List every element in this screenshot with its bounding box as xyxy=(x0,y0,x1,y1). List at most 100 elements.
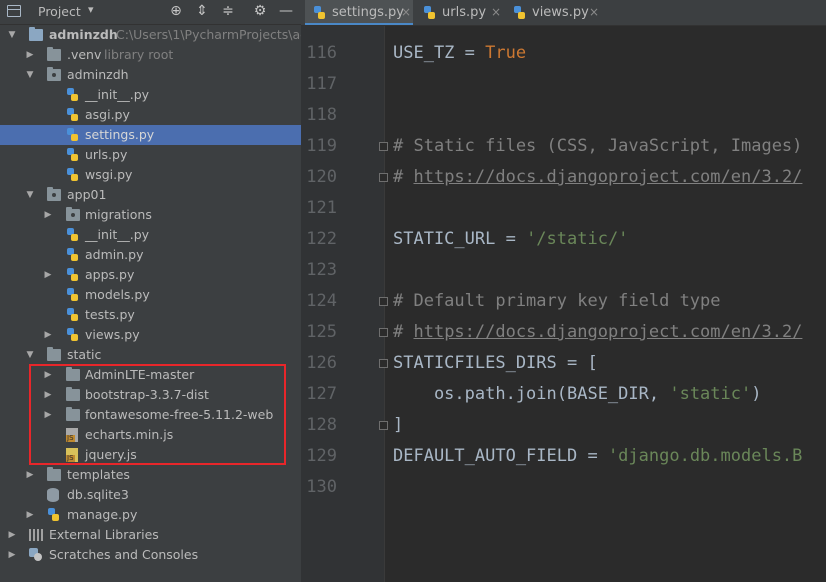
tree-item-label: tests.py xyxy=(85,307,135,322)
chevron-right-icon[interactable]: ▶ xyxy=(24,505,36,525)
fold-marker-icon[interactable] xyxy=(379,142,388,151)
tree-item[interactable]: ▼ static xyxy=(0,345,301,365)
tree-item-hint: library root xyxy=(104,47,174,62)
code-token: ] xyxy=(393,415,404,435)
folder-icon xyxy=(47,47,61,61)
folder-icon xyxy=(47,467,61,481)
python-file-icon xyxy=(66,248,79,262)
code-token: True xyxy=(485,43,527,63)
code-line[interactable]: DEFAULT_AUTO_FIELD = 'django.db.models.B xyxy=(393,441,802,472)
fold-marker-icon[interactable] xyxy=(379,359,388,368)
code-line[interactable]: # https://docs.djangoproject.com/en/3.2/ xyxy=(393,317,802,348)
tree-item[interactable]: ▶ apps.py xyxy=(0,265,301,285)
python-file-icon xyxy=(66,228,79,242)
close-icon[interactable]: × xyxy=(589,0,599,25)
annotation-highlight-box xyxy=(29,364,286,465)
code-token: 'static' xyxy=(669,384,752,404)
tree-item[interactable]: tests.py xyxy=(0,305,301,325)
tab-settings[interactable]: settings.py × xyxy=(305,0,413,25)
tab-urls[interactable]: urls.py × xyxy=(415,0,503,25)
chevron-down-icon[interactable]: ▼ xyxy=(24,185,36,205)
tree-item[interactable]: ▶ External Libraries xyxy=(0,525,301,545)
python-file-icon xyxy=(66,108,79,122)
tree-item[interactable]: asgi.py xyxy=(0,105,301,125)
tree-item[interactable]: settings.py xyxy=(0,125,301,145)
package-folder-icon xyxy=(66,207,80,221)
code-token: ) xyxy=(751,384,762,404)
line-number: 116 xyxy=(306,43,337,63)
tree-item[interactable]: models.py xyxy=(0,285,301,305)
tree-item-label: Scratches and Consoles xyxy=(49,547,199,562)
tree-item-label: views.py xyxy=(85,327,140,342)
line-number: 128 xyxy=(306,415,337,435)
project-panel: Project ▾ ⊕ ⇕ ≑ ⚙ — ▼ adminzdh C:\Users\1\… xyxy=(0,0,301,582)
tree-item[interactable]: ▼ app01 xyxy=(0,185,301,205)
tree-item[interactable]: ▶ Scratches and Consoles xyxy=(0,545,301,565)
tree-item[interactable]: ▶ views.py xyxy=(0,325,301,345)
code-line[interactable]: # Default primary key field type xyxy=(393,286,721,317)
chevron-down-icon[interactable]: ▼ xyxy=(24,65,36,85)
project-panel-title[interactable]: Project xyxy=(38,4,81,19)
chevron-right-icon[interactable]: ▶ xyxy=(6,545,18,565)
collapse-all-icon[interactable]: ≑ xyxy=(219,2,237,20)
tree-item[interactable]: admin.py xyxy=(0,245,301,265)
code-line[interactable]: os.path.join(BASE_DIR, 'static') xyxy=(393,379,762,410)
line-number: 127 xyxy=(306,384,337,404)
code-line[interactable]: # https://docs.djangoproject.com/en/3.2/ xyxy=(393,162,802,193)
chevron-right-icon[interactable]: ▶ xyxy=(42,265,54,285)
python-file-icon xyxy=(47,508,60,522)
fold-marker-icon[interactable] xyxy=(379,297,388,306)
tab-label: views.py xyxy=(532,5,589,20)
tree-item-label: db.sqlite3 xyxy=(67,487,129,502)
project-panel-header: Project ▾ ⊕ ⇕ ≑ ⚙ — xyxy=(0,0,301,25)
chevron-right-icon[interactable]: ▶ xyxy=(24,45,36,65)
package-folder-icon xyxy=(47,187,61,201)
fold-marker-icon[interactable] xyxy=(379,328,388,337)
locate-icon[interactable]: ⊕ xyxy=(167,2,185,20)
scratches-icon xyxy=(29,548,43,562)
code-token: STATIC_URL = xyxy=(393,229,527,249)
tree-item-label: urls.py xyxy=(85,147,128,162)
settings-gear-icon[interactable]: ⚙ xyxy=(251,2,269,20)
tree-item[interactable]: urls.py xyxy=(0,145,301,165)
code-line[interactable]: # Static files (CSS, JavaScript, Images) xyxy=(393,131,802,162)
chevron-down-icon[interactable]: ▼ xyxy=(6,25,18,45)
python-file-icon xyxy=(423,6,436,20)
fold-marker-icon[interactable] xyxy=(379,173,388,182)
tree-item[interactable]: wsgi.py xyxy=(0,165,301,185)
tree-item-hint: C:\Users\1\PycharmProjects\adminzdh xyxy=(116,27,301,42)
tree-item[interactable]: ▶ .venv library root xyxy=(0,45,301,65)
code-line[interactable]: USE_TZ = True xyxy=(393,38,526,69)
chevron-right-icon[interactable]: ▶ xyxy=(42,205,54,225)
expand-all-icon[interactable]: ⇕ xyxy=(193,2,211,20)
tree-item[interactable]: ▼ adminzdh xyxy=(0,65,301,85)
chevron-down-icon[interactable]: ▾ xyxy=(88,3,94,16)
code-line[interactable]: STATICFILES_DIRS = [ xyxy=(393,348,598,379)
tree-item-label: .venv xyxy=(67,47,102,62)
tree-item[interactable]: ▼ adminzdhC:\Users\1\PycharmProjects\admi… xyxy=(0,25,301,45)
code-token: https://docs.djangoproject.com/en/3.2/ xyxy=(413,322,803,342)
tree-item[interactable]: ▶ manage.py xyxy=(0,505,301,525)
python-file-icon xyxy=(66,148,79,162)
hide-panel-icon[interactable]: — xyxy=(277,2,295,20)
tree-item-label: settings.py xyxy=(85,127,155,142)
tree-item-label: __init__.py xyxy=(85,87,150,102)
fold-marker-icon[interactable] xyxy=(379,421,388,430)
chevron-right-icon[interactable]: ▶ xyxy=(24,465,36,485)
tree-item-label: models.py xyxy=(85,287,150,302)
close-icon[interactable]: × xyxy=(401,0,411,25)
code-line[interactable]: STATIC_URL = '/static/' xyxy=(393,224,628,255)
tree-item[interactable]: __init__.py xyxy=(0,225,301,245)
close-icon[interactable]: × xyxy=(491,0,501,25)
tree-item[interactable]: ▶ templates xyxy=(0,465,301,485)
chevron-right-icon[interactable]: ▶ xyxy=(42,325,54,345)
tree-item[interactable]: __init__.py xyxy=(0,85,301,105)
tab-views[interactable]: views.py × xyxy=(505,0,601,25)
code-line[interactable]: ] xyxy=(393,410,403,441)
tree-item[interactable]: ▶ migrations xyxy=(0,205,301,225)
chevron-right-icon[interactable]: ▶ xyxy=(6,525,18,545)
chevron-down-icon[interactable]: ▼ xyxy=(24,345,36,365)
code-token: '/static/' xyxy=(526,229,629,249)
tree-item-label: __init__.py xyxy=(85,227,150,242)
tree-item[interactable]: db.sqlite3 xyxy=(0,485,301,505)
